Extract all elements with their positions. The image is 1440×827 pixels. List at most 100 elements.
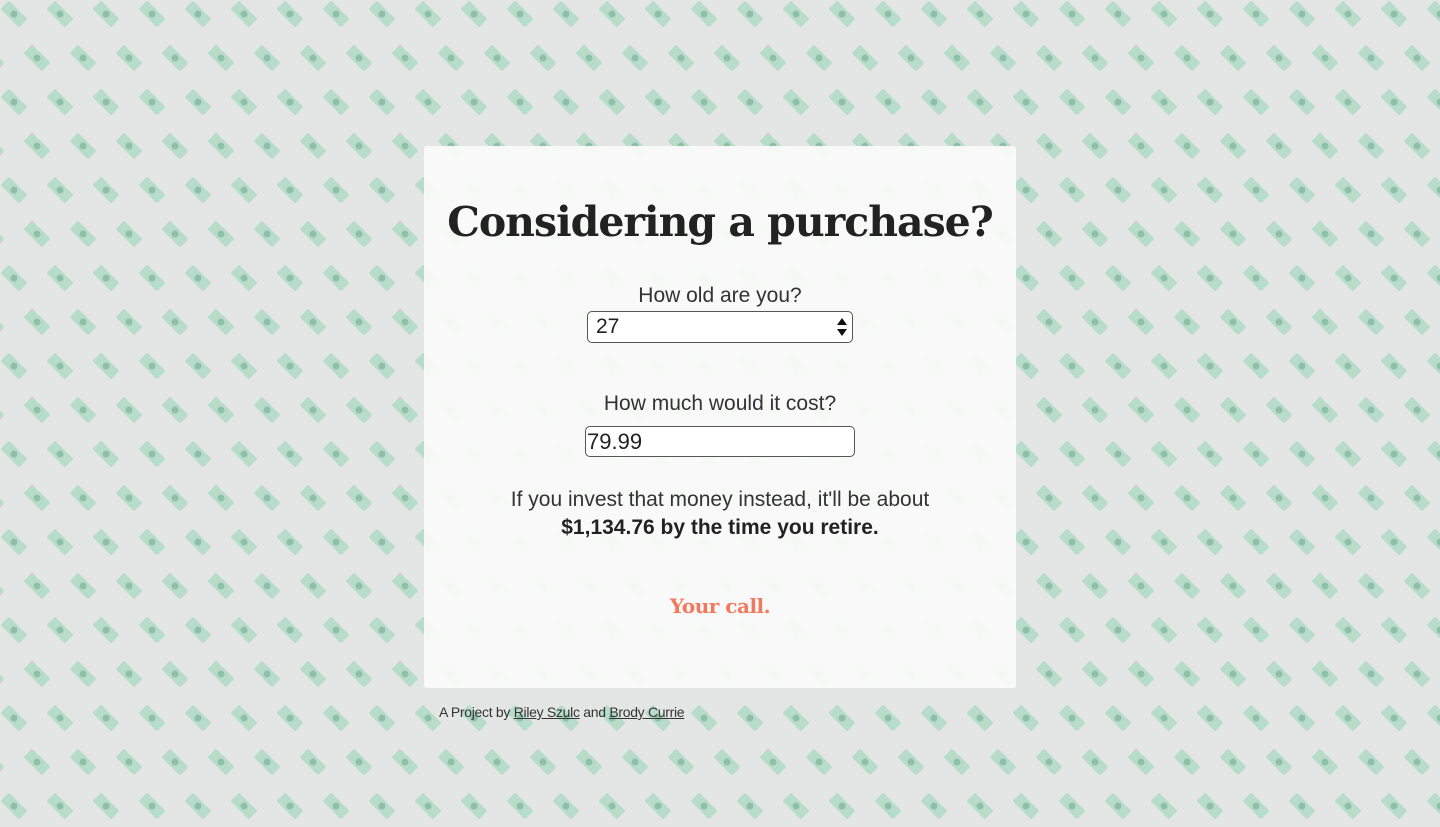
dollar-bill-icon bbox=[116, 309, 142, 335]
dollar-bill-icon bbox=[254, 573, 280, 599]
dollar-bill-icon bbox=[392, 45, 418, 71]
dollar-bill-icon bbox=[1358, 133, 1384, 159]
dollar-bill-icon bbox=[323, 705, 349, 731]
dollar-bill-icon bbox=[622, 749, 648, 775]
dollar-bill-icon bbox=[1404, 573, 1430, 599]
dollar-bill-icon bbox=[438, 749, 464, 775]
dollar-bill-icon bbox=[1404, 397, 1430, 423]
author-link-brody[interactable]: Brody Currie bbox=[609, 704, 684, 720]
dollar-bill-icon bbox=[1220, 309, 1246, 335]
dollar-bill-icon bbox=[1312, 749, 1338, 775]
dollar-bill-icon bbox=[93, 705, 119, 731]
dollar-bill-icon bbox=[1312, 397, 1338, 423]
dollar-bill-icon bbox=[346, 309, 372, 335]
dollar-bill-icon bbox=[392, 397, 418, 423]
dollar-bill-icon bbox=[0, 45, 4, 71]
dollar-bill-icon bbox=[139, 1, 165, 27]
dollar-bill-icon bbox=[93, 441, 119, 467]
dollar-bill-icon bbox=[645, 1, 671, 27]
footer-prefix: A Project by bbox=[439, 704, 511, 720]
dollar-bill-icon bbox=[116, 661, 142, 687]
dollar-bill-icon bbox=[1, 793, 27, 819]
dollar-bill-icon bbox=[737, 89, 763, 115]
dollar-bill-icon bbox=[1082, 133, 1108, 159]
author-link-riley[interactable]: Riley Szulc bbox=[514, 704, 580, 720]
dollar-bill-icon bbox=[1335, 353, 1361, 379]
dollar-bill-icon bbox=[116, 485, 142, 511]
dollar-bill-icon bbox=[1128, 45, 1154, 71]
dollar-bill-icon bbox=[47, 793, 73, 819]
dollar-bill-icon bbox=[208, 661, 234, 687]
dollar-bill-icon bbox=[392, 309, 418, 335]
dollar-bill-icon bbox=[231, 441, 257, 467]
dollar-bill-icon bbox=[392, 133, 418, 159]
dollar-bill-icon bbox=[1335, 705, 1361, 731]
age-select[interactable]: 27 bbox=[587, 311, 853, 343]
dollar-bill-icon bbox=[1128, 309, 1154, 335]
dollar-bill-icon bbox=[162, 485, 188, 511]
dollar-bill-icon bbox=[1404, 45, 1430, 71]
dollar-bill-icon bbox=[1174, 573, 1200, 599]
dollar-bill-icon bbox=[231, 265, 257, 291]
dollar-bill-icon bbox=[70, 397, 96, 423]
dollar-bill-icon bbox=[0, 397, 4, 423]
dollar-bill-icon bbox=[139, 89, 165, 115]
dollar-bill-icon bbox=[1128, 749, 1154, 775]
dollar-bill-icon bbox=[1105, 529, 1131, 555]
dollar-bill-icon bbox=[254, 485, 280, 511]
dollar-bill-icon bbox=[70, 309, 96, 335]
dollar-bill-icon bbox=[208, 309, 234, 335]
dollar-bill-icon bbox=[1151, 793, 1177, 819]
dollar-bill-icon bbox=[1174, 221, 1200, 247]
dollar-bill-icon bbox=[645, 89, 671, 115]
result-text: If you invest that money instead, it'll … bbox=[424, 486, 1016, 542]
dollar-bill-icon bbox=[783, 705, 809, 731]
dollar-bill-icon bbox=[1381, 793, 1407, 819]
dollar-bill-icon bbox=[1243, 353, 1269, 379]
dollar-bill-icon bbox=[1427, 1, 1440, 27]
cost-input[interactable] bbox=[585, 426, 855, 457]
dollar-bill-icon bbox=[300, 573, 326, 599]
dollar-bill-icon bbox=[93, 1, 119, 27]
dollar-bill-icon bbox=[1381, 617, 1407, 643]
dollar-bill-icon bbox=[1128, 485, 1154, 511]
dollar-bill-icon bbox=[760, 45, 786, 71]
dollar-bill-icon bbox=[852, 749, 878, 775]
dollar-bill-icon bbox=[0, 749, 4, 775]
dollar-bill-icon bbox=[484, 749, 510, 775]
dollar-bill-icon bbox=[162, 45, 188, 71]
dollar-bill-icon bbox=[1335, 265, 1361, 291]
dollar-bill-icon bbox=[1059, 89, 1085, 115]
dollar-bill-icon bbox=[507, 793, 533, 819]
footer-conjunction: and bbox=[583, 704, 606, 720]
dollar-bill-icon bbox=[599, 793, 625, 819]
dollar-bill-icon bbox=[70, 45, 96, 71]
dollar-bill-icon bbox=[1036, 573, 1062, 599]
dollar-bill-icon bbox=[300, 133, 326, 159]
dollar-bill-icon bbox=[162, 221, 188, 247]
dollar-bill-icon bbox=[806, 45, 832, 71]
dollar-bill-icon bbox=[691, 793, 717, 819]
dollar-bill-icon bbox=[1036, 221, 1062, 247]
dollar-bill-icon bbox=[277, 529, 303, 555]
dollar-bill-icon bbox=[1105, 1, 1131, 27]
dollar-bill-icon bbox=[116, 45, 142, 71]
dollar-bill-icon bbox=[875, 89, 901, 115]
dollar-bill-icon bbox=[346, 221, 372, 247]
dollar-bill-icon bbox=[47, 617, 73, 643]
dollar-bill-icon bbox=[990, 45, 1016, 71]
dollar-bill-icon bbox=[1220, 221, 1246, 247]
dollar-bill-icon bbox=[369, 353, 395, 379]
dollar-bill-icon bbox=[369, 89, 395, 115]
dollar-bill-icon bbox=[1013, 89, 1039, 115]
dollar-bill-icon bbox=[415, 1, 441, 27]
dollar-bill-icon bbox=[231, 1, 257, 27]
dollar-bill-icon bbox=[967, 1, 993, 27]
dollar-bill-icon bbox=[1312, 133, 1338, 159]
dollar-bill-icon bbox=[415, 705, 441, 731]
dollar-bill-icon bbox=[1243, 617, 1269, 643]
dollar-bill-icon bbox=[0, 573, 4, 599]
dollar-bill-icon bbox=[346, 397, 372, 423]
dollar-bill-icon bbox=[1266, 485, 1292, 511]
dollar-bill-icon bbox=[829, 89, 855, 115]
